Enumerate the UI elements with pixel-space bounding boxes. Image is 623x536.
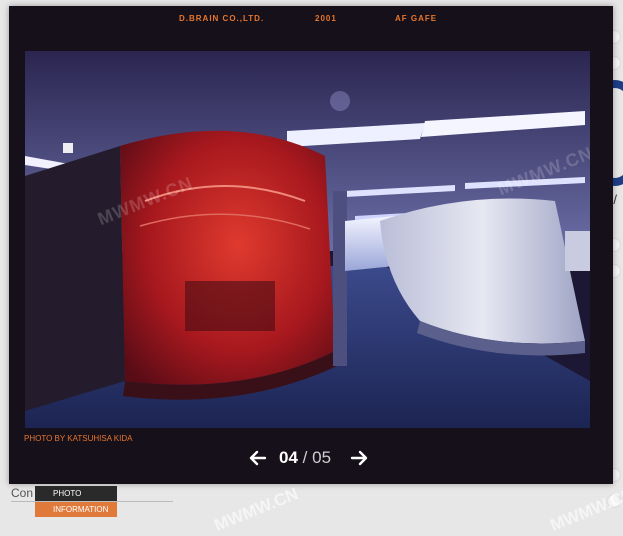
photo-pager: 04 / 05 [9, 446, 613, 470]
current-page: 04 [279, 448, 298, 467]
photo-lightbox: D.BRAIN CO.,LTD. 2001 AF GAFE MWMW.CN MW… [9, 6, 613, 484]
total-pages: 05 [312, 448, 332, 467]
menu-item-information[interactable]: INFORMATION [35, 502, 117, 517]
menu-item-photo[interactable]: PHOTO [35, 486, 117, 501]
arrow-left-icon[interactable] [249, 449, 267, 467]
interior-photo: MWMW.CN MWMW.CN [25, 51, 590, 428]
arrow-right-icon[interactable] [350, 449, 368, 467]
project-title: AF GAFE [395, 14, 438, 23]
page-indicator: 04 / 05 [279, 448, 331, 468]
view-menu: PHOTO INFORMATION [35, 486, 117, 517]
project-year: 2001 [315, 14, 337, 23]
watermark-text: MWMW.CN [547, 484, 623, 535]
project-info-bar: D.BRAIN CO.,LTD. 2001 AF GAFE [9, 14, 613, 26]
page-separator: / [302, 448, 308, 467]
company-name: D.BRAIN CO.,LTD. [179, 14, 265, 23]
photo-credit: PHOTO BY KATSUHISA KIDA [24, 434, 133, 443]
background-text: Con [11, 486, 34, 500]
watermark-text: MWMW.CN [211, 484, 301, 535]
